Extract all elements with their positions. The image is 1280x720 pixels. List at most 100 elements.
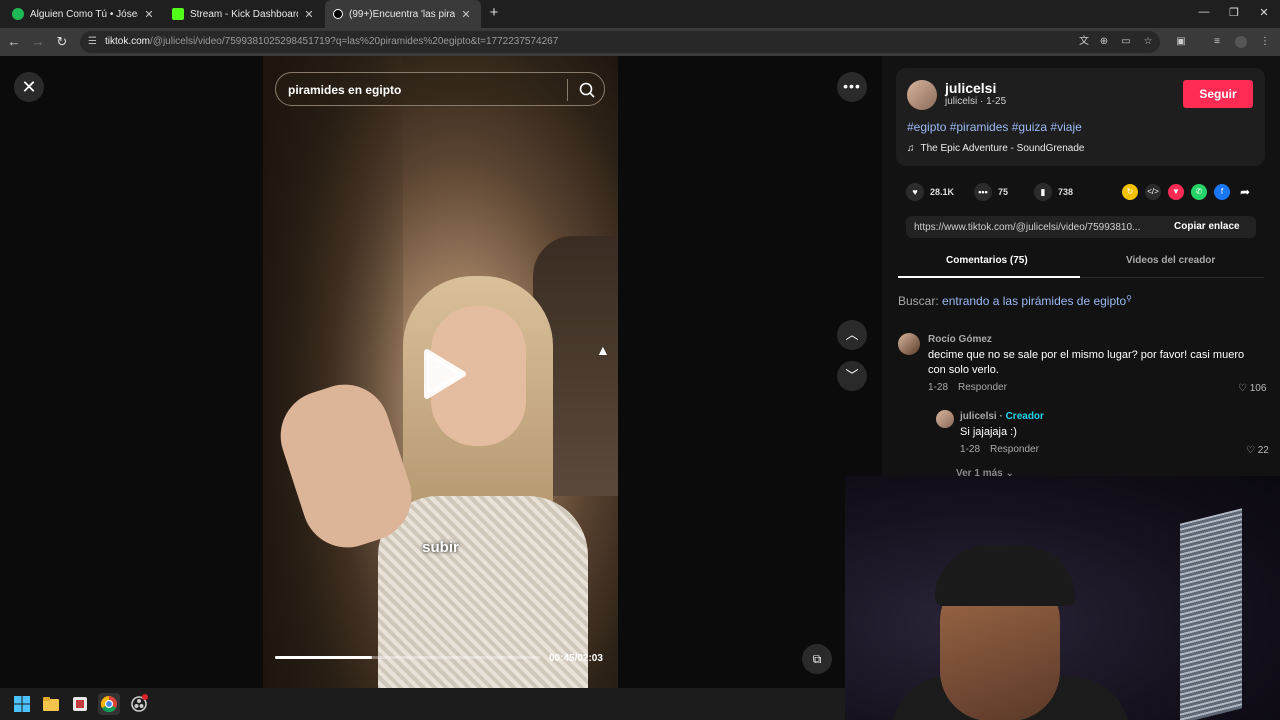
bookmark-icon: ▮	[1034, 183, 1052, 201]
play-icon[interactable]	[423, 348, 467, 400]
forward-icon[interactable]: →	[30, 34, 46, 50]
file-explorer-icon[interactable]	[40, 693, 62, 715]
chrome-icon[interactable]	[98, 693, 120, 715]
save-count: 738	[1058, 187, 1074, 197]
minimize-icon[interactable]: —	[1196, 6, 1212, 18]
windows-start-icon[interactable]	[11, 693, 33, 715]
close-icon[interactable]: ✕	[142, 8, 156, 21]
restore-icon[interactable]: ❐	[1226, 6, 1242, 19]
comment-like[interactable]: ♡ 106	[1238, 383, 1266, 394]
picture-in-picture-icon[interactable]: ⧉	[802, 644, 832, 674]
comment-meta: 1-28 Responder	[928, 382, 1007, 393]
comment-author[interactable]: Rocío Gómez	[928, 334, 992, 345]
close-player-button[interactable]: ✕	[14, 72, 44, 102]
reply-button[interactable]: Responder	[958, 382, 1007, 393]
comment-button[interactable]: ••• 75	[974, 183, 1008, 201]
menu-kebab-icon[interactable]: ⋮	[1259, 36, 1271, 48]
share-arrow-icon[interactable]: ➦	[1237, 184, 1253, 200]
comment-date: 1-28	[960, 444, 981, 455]
panel-tabs: Comentarios (75) Videos del creador	[898, 246, 1264, 278]
comment-item: Rocío Gómez decime que no se sale por el…	[898, 333, 1268, 403]
author-card: julicelsi julicelsi · 1-25 Seguir #egipt…	[896, 68, 1265, 166]
site-info-icon[interactable]: ☰	[88, 36, 100, 48]
comment-date: 1-28	[928, 382, 949, 393]
search-query-text: piramides en egipto	[288, 83, 402, 97]
facebook-icon[interactable]: f	[1214, 184, 1230, 200]
search-divider	[567, 79, 568, 101]
obs-icon[interactable]	[128, 693, 150, 715]
video-caption: subir	[422, 539, 459, 556]
tab-title: Stream - Kick Dashboard	[190, 8, 298, 20]
new-tab-button[interactable]: +	[486, 5, 502, 21]
comment-like-count: 22	[1257, 445, 1269, 456]
install-icon[interactable]: ▭	[1120, 36, 1132, 48]
save-button[interactable]: ▮ 738	[1034, 183, 1073, 201]
more-options-button[interactable]: •••	[837, 72, 867, 102]
author-username[interactable]: julicelsi	[945, 80, 996, 96]
send-icon[interactable]: ▼	[1168, 184, 1184, 200]
like-count: 28.1K	[930, 187, 955, 197]
music-link[interactable]: ♫ The Epic Adventure - SoundGrenade	[907, 143, 1085, 154]
tab-creator-videos[interactable]: Videos del creador	[1126, 255, 1215, 266]
previous-video-button[interactable]: ︿	[837, 320, 867, 350]
browser-toolbar: ← → ↻ ☰ tiktok.com/@julicelsi/video/7599…	[0, 28, 1280, 56]
bookmark-star-icon[interactable]: ☆	[1142, 36, 1154, 48]
snipping-tool-icon[interactable]	[69, 693, 91, 715]
reload-icon[interactable]: ↻	[54, 34, 70, 50]
browser-tab-spotify[interactable]: Alguien Como Tú • Jósean Log ✕	[4, 0, 164, 28]
copy-link-button[interactable]: Copiar enlace	[1174, 221, 1240, 232]
video-search-box[interactable]: piramides en egipto	[275, 72, 605, 106]
zoom-icon[interactable]: ⊕	[1098, 36, 1110, 48]
tab-comments[interactable]: Comentarios (75)	[946, 255, 1028, 266]
next-video-button[interactable]: ﹀	[837, 361, 867, 391]
share-link-url[interactable]: https://www.tiktok.com/@julicelsi/video/…	[914, 222, 1164, 233]
kick-icon	[172, 8, 184, 20]
comment-text: Si jajajaja :)	[960, 426, 1017, 438]
spotify-icon	[12, 8, 24, 20]
side-panel-icon[interactable]: ▣	[1175, 36, 1187, 48]
like-button[interactable]: ♥ 28.1K	[906, 183, 954, 201]
url-text[interactable]: tiktok.com/@julicelsi/video/759938102529…	[105, 36, 558, 47]
reply-author-name[interactable]: julicelsi	[960, 411, 997, 422]
video-progress-bar[interactable]	[275, 656, 540, 659]
engagement-stats: ♥ 28.1K ••• 75 ▮ 738	[906, 183, 1266, 203]
window-close-icon[interactable]: ✕	[1256, 6, 1272, 19]
browser-tabstrip: Alguien Como Tú • Jósean Log ✕ Stream - …	[0, 0, 1280, 28]
avatar[interactable]	[907, 80, 937, 110]
comment-meta: 1-28 Responder	[960, 444, 1039, 455]
embed-icon[interactable]: </>	[1145, 184, 1161, 200]
search-icon[interactable]	[576, 79, 598, 101]
video-player-area: ✕ piramides en egipto subir 00:45/02:03 …	[0, 56, 882, 688]
comment-search-suggestion[interactable]: Buscar: entrando a las pirámides de egip…	[898, 294, 1132, 308]
creator-badge: Creador	[1005, 411, 1044, 422]
video-progress-fill	[275, 656, 372, 659]
media-control-icon[interactable]: ≡	[1211, 36, 1223, 48]
comment-count: 75	[998, 187, 1009, 197]
video-frame[interactable]: piramides en egipto subir 00:45/02:03	[263, 56, 618, 688]
whatsapp-icon[interactable]: ✆	[1191, 184, 1207, 200]
browser-tab-kick[interactable]: Stream - Kick Dashboard ✕	[164, 0, 324, 28]
music-note-icon: ♫	[907, 143, 915, 154]
author-meta: julicelsi · 1-25	[945, 96, 1007, 107]
follow-button[interactable]: Seguir	[1183, 80, 1253, 108]
profile-avatar-icon[interactable]	[1235, 36, 1247, 48]
os-taskbar	[0, 688, 845, 720]
comment-search-query[interactable]: entrando a las pirámides de egipto	[942, 294, 1126, 308]
close-icon[interactable]: ✕	[459, 8, 473, 21]
back-icon[interactable]: ←	[6, 34, 22, 50]
comment-reply-item: julicelsi · Creador Si jajajaja :) 1-28 R…	[936, 410, 1269, 460]
comment-author[interactable]: julicelsi · Creador	[960, 411, 1044, 422]
comment-like[interactable]: ♡ 22	[1246, 445, 1269, 456]
reply-button[interactable]: Responder	[990, 444, 1039, 455]
translate-icon[interactable]: 文	[1078, 36, 1090, 48]
avatar[interactable]	[898, 333, 920, 355]
browser-tab-tiktok[interactable]: (99+)Encuentra 'las piramides e ✕	[325, 0, 481, 28]
hashtags[interactable]: #egipto #piramides #guiza #viaje	[907, 120, 1082, 134]
close-icon[interactable]: ✕	[302, 8, 316, 21]
music-title: The Epic Adventure - SoundGrenade	[920, 143, 1085, 154]
webcam-monitor	[1180, 508, 1242, 720]
avatar[interactable]	[936, 410, 954, 428]
address-bar[interactable]: ☰ tiktok.com/@julicelsi/video/7599381025…	[80, 31, 1160, 53]
heart-outline-icon: ♡	[1246, 445, 1255, 456]
repost-icon[interactable]: ↻	[1122, 184, 1138, 200]
